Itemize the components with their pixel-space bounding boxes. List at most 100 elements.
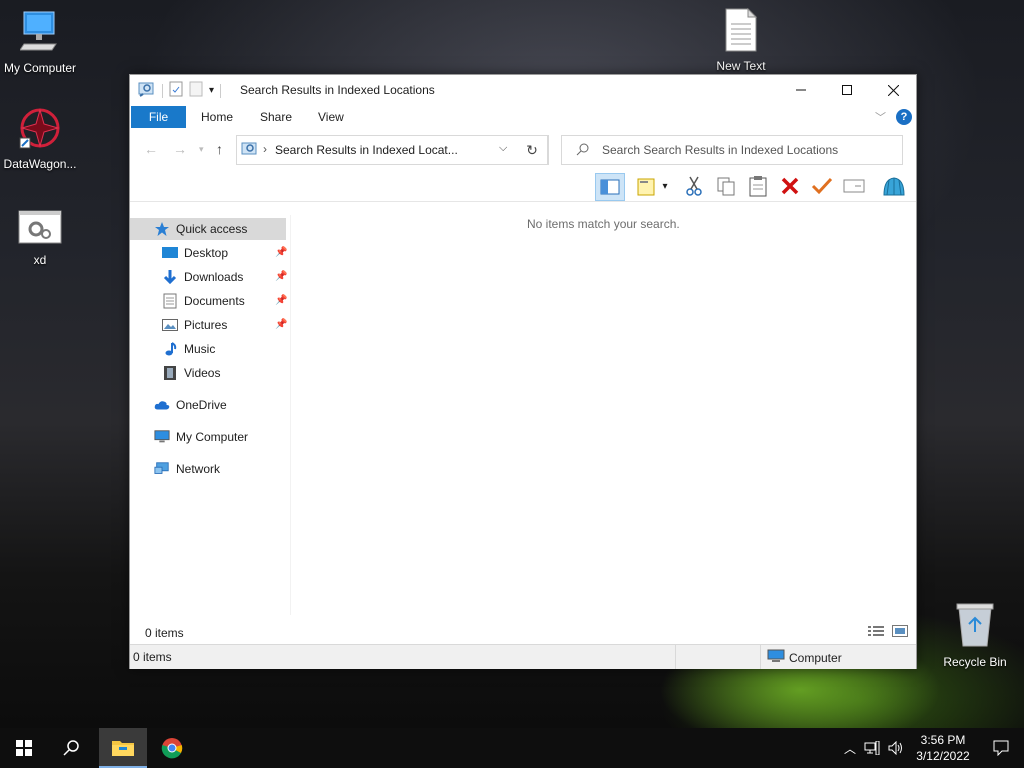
navigation-pane: Quick access Desktop 📌 Downloads 📌 Docum… — [130, 215, 290, 615]
tab-view[interactable]: View — [318, 110, 344, 124]
item-count: 0 items — [145, 626, 184, 640]
copy-button[interactable] — [712, 173, 740, 199]
close-button[interactable] — [870, 75, 916, 105]
pin-icon[interactable]: 📌 — [275, 271, 287, 282]
network-status-icon[interactable] — [860, 741, 884, 755]
pane-splitter[interactable] — [290, 215, 291, 615]
status-zone-label: Computer — [789, 650, 842, 665]
help-icon[interactable]: ? — [896, 109, 912, 125]
nav-item-music[interactable]: Music — [162, 338, 215, 360]
cut-button[interactable] — [680, 173, 708, 199]
file-explorer-window: ▾ Search Results in Indexed Locations Fi… — [129, 74, 917, 669]
check-button[interactable] — [808, 173, 836, 199]
address-bar[interactable]: › Search Results in Indexed Locat... ⌵ — [236, 135, 549, 165]
nav-label: Videos — [184, 366, 221, 380]
nav-item-quick-access[interactable]: Quick access — [130, 218, 286, 240]
delete-x-icon — [781, 177, 799, 195]
pin-icon[interactable]: 📌 — [275, 295, 287, 306]
desktop-icon-label: xd — [33, 253, 47, 267]
delete-button[interactable] — [776, 173, 804, 199]
minimize-button[interactable] — [778, 75, 824, 105]
nav-item-downloads[interactable]: Downloads — [162, 266, 243, 288]
nav-item-desktop[interactable]: Desktop — [162, 242, 228, 264]
nav-item-onedrive[interactable]: OneDrive — [154, 394, 227, 416]
forward-arrow-icon[interactable]: → — [173, 141, 187, 157]
taskbar-search-button[interactable] — [48, 728, 96, 768]
pin-icon[interactable]: 📌 — [275, 319, 287, 330]
copy-icon — [717, 177, 735, 196]
view-switcher — [868, 625, 908, 640]
search-folder-icon — [138, 81, 156, 100]
checkmark-icon — [811, 177, 833, 195]
clock[interactable]: 3:56 PM 3/12/2022 — [908, 732, 978, 764]
command-toolbar: ▾ — [130, 171, 916, 202]
desktop-icon-recycle-bin[interactable]: Recycle Bin — [935, 602, 1015, 669]
new-folder-icon[interactable] — [189, 81, 203, 100]
pictures-icon — [162, 317, 178, 333]
preview-pane-button[interactable] — [595, 173, 625, 201]
nav-item-network[interactable]: Network — [154, 458, 220, 480]
nav-item-documents[interactable]: Documents — [162, 290, 245, 312]
document-icon — [162, 293, 178, 309]
breadcrumb-chevron-icon[interactable]: › — [263, 142, 267, 156]
volume-icon[interactable] — [884, 741, 908, 755]
desktop-icon-label: Recycle Bin — [943, 655, 1007, 669]
taskbar-file-explorer[interactable] — [99, 728, 147, 768]
refresh-button[interactable]: ↻ — [517, 135, 548, 165]
nav-label: Downloads — [184, 270, 244, 284]
search-input[interactable]: Search Search Results in Indexed Locatio… — [561, 135, 903, 165]
search-icon — [576, 142, 590, 159]
details-view-icon[interactable] — [868, 625, 884, 640]
properties-button[interactable] — [633, 173, 661, 199]
taskbar-chrome[interactable] — [148, 728, 196, 768]
properties-icon[interactable] — [169, 81, 183, 100]
up-arrow-icon[interactable]: ↑ — [216, 141, 223, 157]
search-folder-icon — [241, 141, 259, 160]
title-bar[interactable]: ▾ Search Results in Indexed Locations — [130, 75, 916, 105]
address-dropdown-chevron-icon[interactable]: ⌵ — [499, 142, 507, 155]
show-hidden-icons-chevron-icon[interactable]: ︿ — [840, 740, 860, 757]
paste-button[interactable] — [744, 173, 772, 199]
recycle-bin-icon — [935, 602, 1015, 651]
tab-share[interactable]: Share — [260, 110, 292, 124]
scissors-icon — [686, 176, 702, 196]
notifications-icon[interactable] — [978, 740, 1024, 756]
film-icon — [162, 365, 178, 381]
star-icon — [154, 221, 170, 237]
datawagon-logo-icon — [0, 106, 80, 153]
nav-item-my-computer[interactable]: My Computer — [154, 426, 248, 448]
clock-date: 3/12/2022 — [916, 749, 970, 763]
address-path: Search Results in Indexed Locat... — [275, 143, 458, 157]
desktop-folder-icon — [162, 245, 178, 261]
tab-home[interactable]: Home — [201, 110, 233, 124]
nav-item-pictures[interactable]: Pictures — [162, 314, 227, 336]
network-icon — [154, 461, 170, 477]
computer-icon — [767, 649, 785, 666]
nav-item-videos[interactable]: Videos — [162, 362, 220, 384]
large-icons-view-icon[interactable] — [892, 625, 908, 640]
expand-ribbon-chevron-icon[interactable]: ﹀ — [875, 109, 886, 125]
maximize-button[interactable] — [824, 75, 870, 105]
preview-pane-icon — [600, 179, 620, 195]
address-row: ← → ▾ ↑ › Search Results in Indexed Loca… — [130, 131, 916, 169]
divider — [220, 83, 222, 98]
back-arrow-icon[interactable]: ← — [144, 141, 158, 157]
tab-file[interactable]: File — [131, 106, 186, 128]
desktop-icon-new-text[interactable]: New Text — [701, 7, 781, 73]
properties-dropdown-chevron-icon[interactable]: ▾ — [658, 173, 672, 199]
rename-button[interactable] — [840, 173, 868, 199]
clock-time: 3:56 PM — [920, 733, 966, 747]
desktop-icon-datawagon[interactable]: DataWagon... — [0, 106, 80, 171]
status-bar: 0 items Computer — [130, 644, 916, 669]
settings-file-icon — [0, 210, 80, 249]
shell-button[interactable] — [880, 173, 908, 199]
text-document-icon — [701, 7, 781, 55]
pin-icon[interactable]: 📌 — [275, 247, 287, 258]
nav-label: Music — [184, 342, 216, 356]
desktop-icon-my-computer[interactable]: My Computer — [0, 10, 80, 75]
desktop-icon-xd[interactable]: xd — [0, 210, 80, 267]
start-button[interactable] — [0, 728, 48, 768]
customize-toolbar-dropdown-icon[interactable]: ▾ — [209, 85, 214, 96]
recent-locations-chevron-icon[interactable]: ▾ — [199, 144, 204, 155]
empty-results-message: No items match your search. — [527, 217, 680, 231]
